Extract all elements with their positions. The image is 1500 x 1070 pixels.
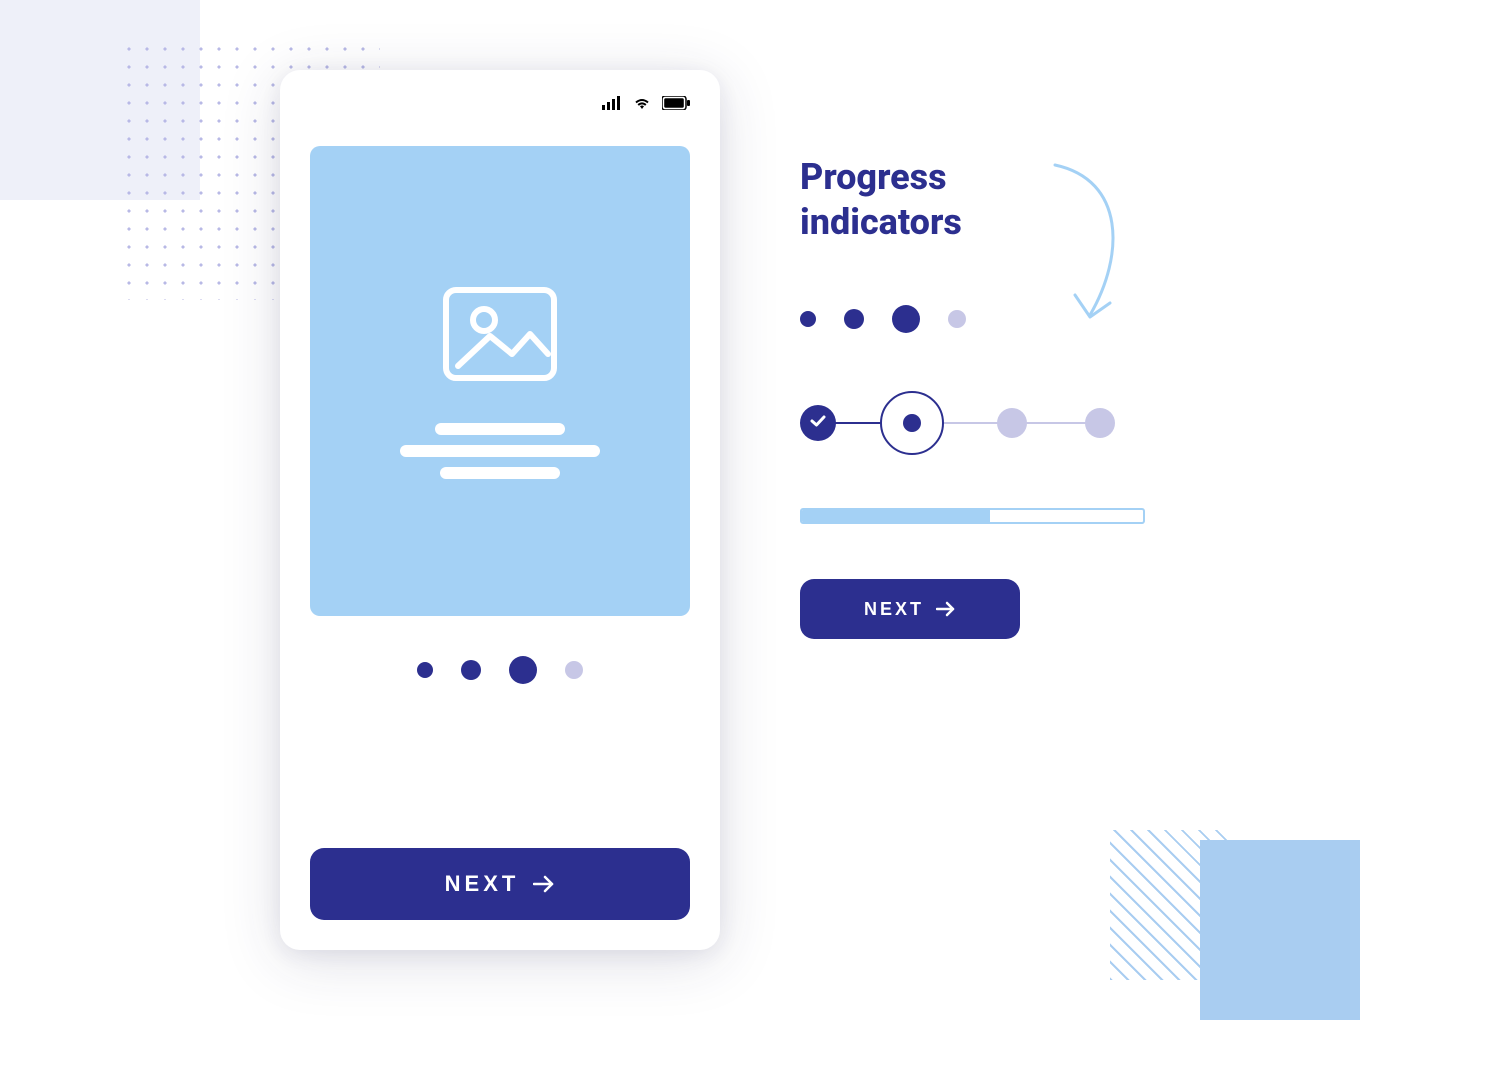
page-dots-indicator[interactable] [310,656,690,684]
step-complete[interactable] [800,405,836,441]
step-indicator-example[interactable] [800,388,1140,458]
dots-indicator-example[interactable] [800,305,1220,333]
onboarding-hero-card [310,146,690,616]
step-upcoming[interactable] [1085,408,1115,438]
page-dot-active[interactable] [892,305,920,333]
phone-mockup: NEXT [280,70,720,950]
side-panel: Progress indicators NEXT [800,155,1220,639]
page-dot-active[interactable] [509,656,537,684]
decorative-hatch-pattern [1110,830,1230,980]
page-dot[interactable] [417,662,433,678]
arrow-right-icon [936,601,956,617]
battery-icon [662,96,690,110]
text-placeholder-line [440,467,560,479]
section-title-line1: Progress [800,156,947,198]
text-placeholder-line [400,445,600,457]
step-current-dot [903,414,921,432]
page-dot[interactable] [844,309,864,329]
step-upcoming[interactable] [997,408,1027,438]
progress-bar-fill [802,510,990,522]
text-placeholder-line [435,423,565,435]
wifi-icon [632,96,652,110]
arrow-right-icon [533,875,555,893]
section-title: Progress indicators [800,155,1220,245]
next-button[interactable]: NEXT [800,579,1020,639]
progress-bar-example[interactable] [800,508,1145,524]
page-dot-inactive[interactable] [948,310,966,328]
check-icon [809,412,827,434]
next-button-label: NEXT [445,871,520,897]
status-bar [310,90,690,116]
signal-icon [602,96,622,110]
page-dot-inactive[interactable] [565,661,583,679]
step-current[interactable] [880,391,944,455]
next-button[interactable]: NEXT [310,848,690,920]
image-placeholder-icon [440,284,560,388]
next-button-label: NEXT [864,599,924,620]
page-dot[interactable] [461,660,481,680]
page-dot[interactable] [800,311,816,327]
callout-arrow-icon [1035,155,1155,335]
section-title-line2: indicators [800,201,962,243]
